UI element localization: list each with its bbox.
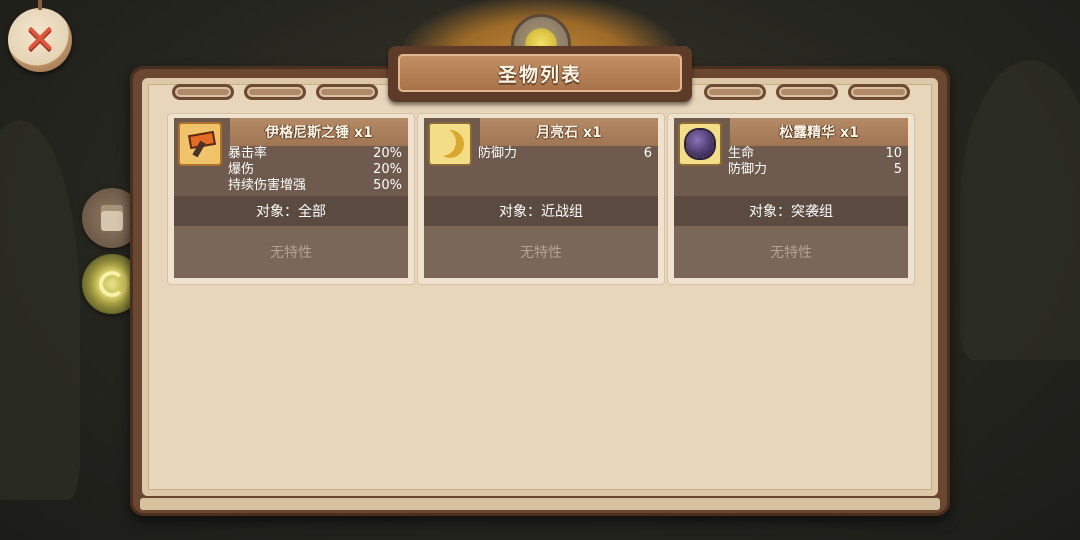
stat-label: 持续伤害增强 bbox=[228, 178, 307, 193]
relic-stats: 暴击率 20% 爆伤 20% 持续伤害增强 50% bbox=[228, 146, 402, 194]
binder-ring bbox=[704, 84, 766, 100]
moon-icon bbox=[428, 122, 472, 166]
relic-name: 伊格尼斯之锤 x1 bbox=[265, 125, 373, 141]
stat-value: 6 bbox=[643, 146, 652, 161]
relic-stats: 防御力 6 bbox=[478, 146, 652, 162]
relic-trait: 无特性 bbox=[424, 226, 658, 278]
relic-trait: 无特性 bbox=[174, 226, 408, 278]
relic-target: 对象：近战组 bbox=[424, 196, 658, 226]
relic-name: 月亮石 x1 bbox=[536, 125, 602, 141]
stat-value: 20% bbox=[373, 146, 402, 161]
hammer-icon bbox=[178, 122, 222, 166]
stat-label: 生命 bbox=[728, 146, 755, 161]
background-tree bbox=[0, 120, 80, 500]
stat-label: 防御力 bbox=[728, 162, 768, 177]
book-icon bbox=[101, 205, 123, 231]
stat-label: 爆伤 bbox=[228, 162, 255, 177]
relic-name: 松露精华 x1 bbox=[779, 125, 859, 141]
binder-ring bbox=[848, 84, 910, 100]
binder-ring bbox=[172, 84, 234, 100]
stat-value: 5 bbox=[893, 162, 902, 177]
title-banner: 圣物列表 bbox=[388, 46, 692, 102]
relic-card[interactable]: 月亮石 x1 防御力 6 对象：近战组 无特性 bbox=[418, 114, 664, 284]
page-title: 圣物列表 bbox=[497, 63, 582, 86]
stat-value: 10 bbox=[885, 146, 902, 161]
background-tree bbox=[960, 60, 1080, 360]
relic-target: 对象：全部 bbox=[174, 196, 408, 226]
stat-value: 20% bbox=[373, 162, 402, 177]
relic-stats: 生命 10 防御力 5 bbox=[728, 146, 902, 178]
binder-ring bbox=[316, 84, 378, 100]
relic-card[interactable]: 松露精华 x1 生命 10 防御力 5 对象：突袭组 无特性 bbox=[668, 114, 914, 284]
relic-target: 对象：突袭组 bbox=[674, 196, 908, 226]
relic-trait: 无特性 bbox=[674, 226, 908, 278]
close-button[interactable]: ✕ bbox=[8, 0, 72, 72]
binder-ring bbox=[776, 84, 838, 100]
relic-card[interactable]: 伊格尼斯之锤 x1 暴击率 20% 爆伤 20% 持续伤害增强 50% 对象：全部 无… bbox=[168, 114, 414, 284]
close-icon: ✕ bbox=[23, 17, 57, 63]
panel-bottom-edge bbox=[140, 498, 940, 510]
truffle-icon bbox=[678, 122, 722, 166]
swirl-icon bbox=[99, 271, 125, 297]
stat-label: 防御力 bbox=[478, 146, 518, 161]
binder-ring bbox=[244, 84, 306, 100]
stat-value: 50% bbox=[373, 178, 402, 193]
stat-label: 暴击率 bbox=[228, 146, 268, 161]
